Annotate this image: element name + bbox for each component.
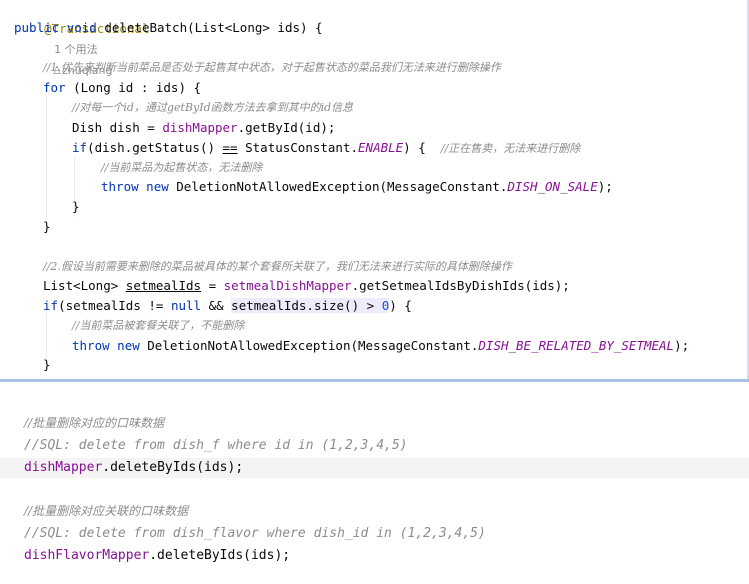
- comment-line: //对每一个id，通过getById函数方法去拿到其中的id信息: [72, 101, 354, 114]
- code-editor-top[interactable]: @Transactional 1 个用法 ♙zhuqiang public vo…: [0, 0, 749, 381]
- method-signature: public void deleteBatch(List<Long> ids) …: [14, 20, 323, 35]
- comment-line: //批量删除对应关联的口味数据: [24, 504, 189, 518]
- highlighted-expression: setmealIds.size() >: [231, 298, 382, 313]
- setmeal-ids-line: List<Long> setmealIds = setmealDishMappe…: [43, 278, 570, 293]
- closing-brace: }: [43, 357, 51, 372]
- sql-comment: //SQL: delete from dish_f where id in (1…: [24, 438, 408, 453]
- if-setmeal-line: if(setmealIds != null && setmealIds.size…: [43, 298, 412, 313]
- comment-line: //批量删除对应的口味数据: [24, 416, 165, 430]
- dish-assign-line: Dish dish = dishMapper.getById(id);: [72, 120, 336, 135]
- closing-brace: }: [43, 219, 51, 234]
- comment-line: //2.假设当前需要来删除的菜品被具体的某个套餐所关联了，我们无法来进行实际的具…: [43, 260, 512, 273]
- code-editor-bottom[interactable]: //批量删除对应的口味数据 //SQL: delete from dish_f …: [0, 383, 749, 584]
- screenshot-divider: [0, 379, 749, 382]
- annotation-line: @Transactional 1 个用法 ♙zhuqiang: [14, 0, 149, 77]
- comment-line: //当前菜品被套餐关联了，不能删除: [72, 319, 245, 332]
- delete-dish-line: dishMapper.deleteByIds(ids);: [0, 458, 749, 478]
- inline-comment: //正在售卖，无法来进行删除: [440, 142, 581, 155]
- for-loop-line: for (Long id : ids) {: [43, 80, 202, 95]
- comment-line: //当前菜品为起售状态，无法删除: [101, 161, 263, 174]
- usages-hint[interactable]: 1 个用法: [54, 43, 98, 56]
- delete-flavor-line: dishFlavorMapper.deleteByIds(ids);: [24, 548, 291, 563]
- throw-line: throw new DeletionNotAllowedException(Me…: [101, 179, 613, 194]
- indent-guide: [46, 96, 47, 236]
- comment-line: //1.优先来判断当前菜品是否处于起售其中状态，对于起售状态的菜品我们无法来进行…: [43, 61, 501, 74]
- if-status-line: if(dish.getStatus() == StatusConstant.EN…: [72, 140, 581, 155]
- method-name: deleteBatch(List<Long> ids) {: [104, 20, 323, 35]
- sql-comment: //SQL: delete from dish_flavor where dis…: [24, 526, 486, 541]
- throw-line: throw new DeletionNotAllowedException(Me…: [72, 338, 690, 353]
- closing-brace: }: [72, 199, 80, 214]
